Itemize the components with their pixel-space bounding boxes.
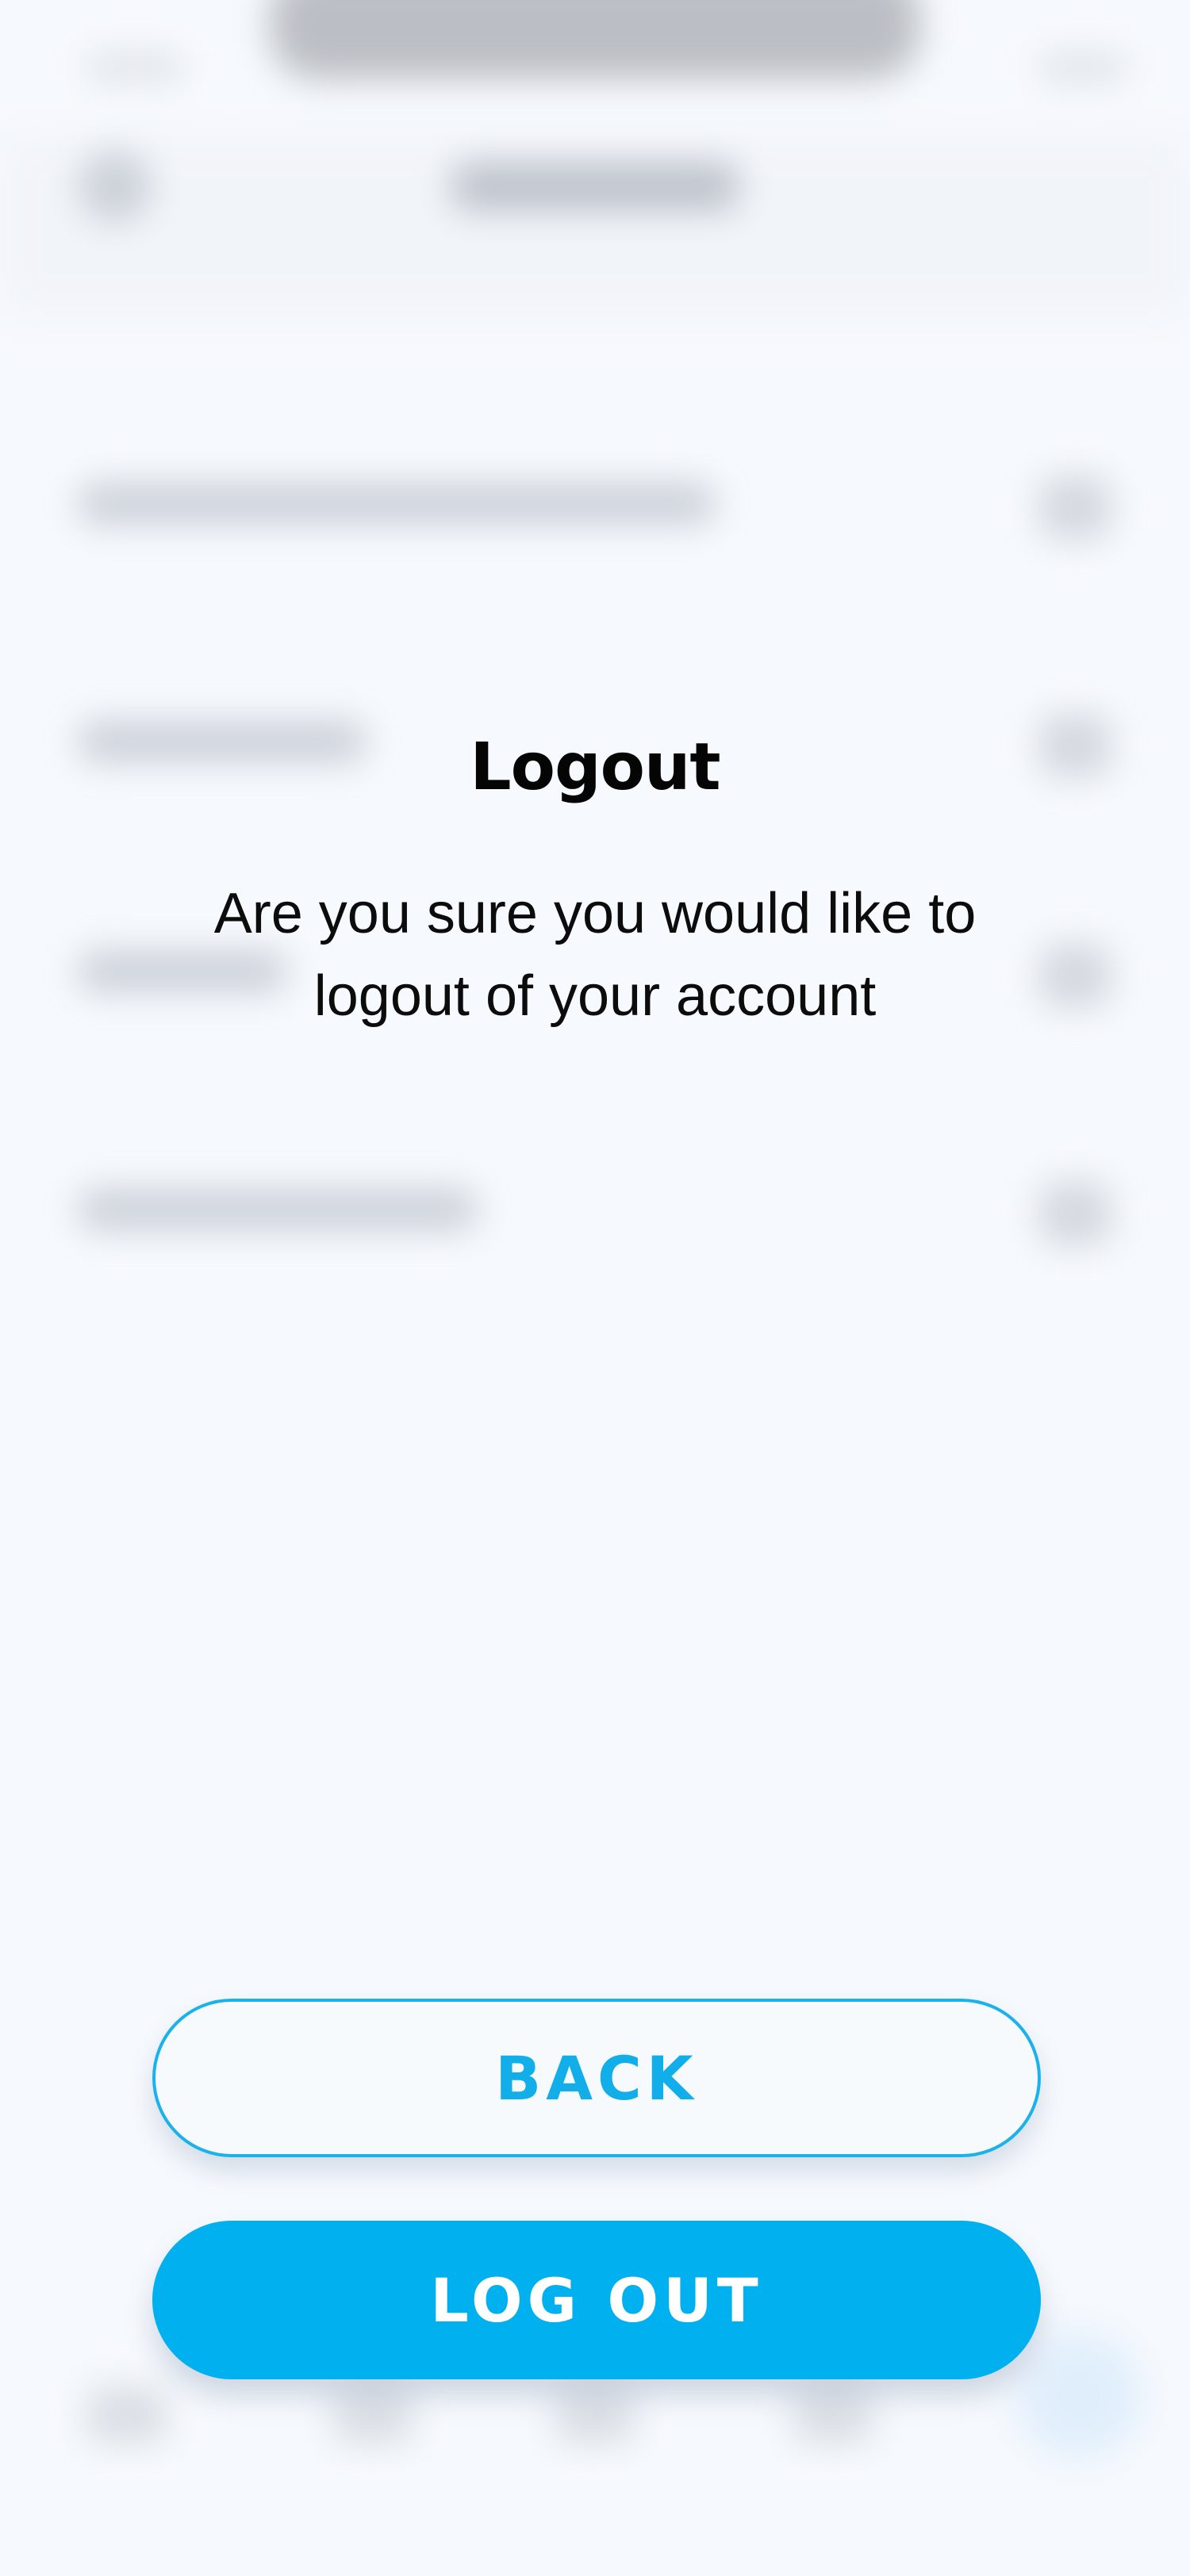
status-bar-time — [87, 56, 182, 79]
tab-bar-item — [333, 2387, 413, 2443]
back-arrow-icon — [79, 151, 151, 222]
background-header — [0, 135, 1190, 317]
floating-action-icon — [1015, 2332, 1142, 2459]
blurred-background-screen — [0, 0, 1190, 2576]
status-bar-indicators — [1039, 56, 1127, 79]
dialog-title: Logout — [470, 730, 720, 805]
chevron-right-icon — [1039, 476, 1111, 539]
dialog-message: Are you sure you would like to logout of… — [213, 882, 977, 1028]
back-button[interactable]: BACK — [152, 1999, 1041, 2157]
background-title — [452, 163, 738, 210]
chevron-right-icon — [1039, 1182, 1111, 1245]
status-bar-notch — [270, 0, 920, 79]
chevron-right-icon — [1039, 944, 1111, 1007]
background-list-item — [79, 1182, 1111, 1245]
tab-bar-item — [555, 2387, 635, 2443]
tab-bar-item — [793, 2387, 873, 2443]
tab-bar-item — [87, 2387, 167, 2443]
background-list-item — [79, 476, 1111, 539]
logout-button[interactable]: LOG OUT — [152, 2221, 1041, 2379]
